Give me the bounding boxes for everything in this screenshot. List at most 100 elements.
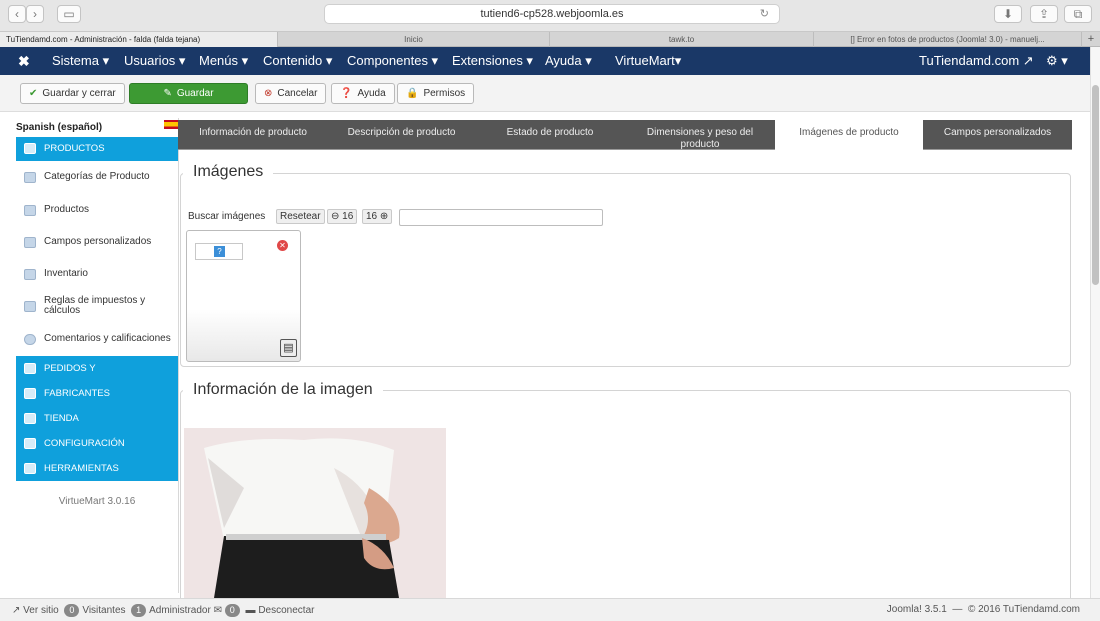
- minus-circle-icon: ⊖: [331, 211, 340, 222]
- new-tab-button[interactable]: +: [1082, 32, 1100, 47]
- sidebar-section-herramientas[interactable]: HERRAMIENTAS: [16, 456, 178, 481]
- sidebar-item-label: Reglas de impuestos y cálculos: [44, 295, 146, 316]
- cancel-label: Cancelar: [277, 88, 318, 99]
- save-close-label: Guardar y cerrar: [42, 88, 116, 99]
- help-label: Ayuda: [357, 88, 386, 99]
- site-link[interactable]: TuTiendamd.com ↗: [919, 47, 1034, 75]
- browser-tab[interactable]: TuTiendamd.com - Administración - falda …: [0, 32, 278, 47]
- permissions-label: Permisos: [423, 88, 466, 99]
- save-button[interactable]: ✎ Guardar: [129, 83, 248, 104]
- search-images-label: Buscar imágenes: [188, 211, 266, 222]
- image-search-input[interactable]: [399, 209, 603, 226]
- browser-tabs: TuTiendamd.com - Administración - falda …: [0, 32, 1100, 47]
- browser-tab[interactable]: Inicio: [278, 32, 550, 47]
- tab-imagenes[interactable]: Imágenes de producto: [775, 120, 923, 151]
- section-label: TIENDA: [44, 413, 79, 424]
- prev-page-button[interactable]: ⊖ 16: [327, 209, 358, 224]
- scrollbar-thumb[interactable]: [1092, 85, 1099, 285]
- status-footer: ↗ Ver sitio 0 Visitantes 1 Administrador ✉…: [0, 598, 1100, 621]
- menu-contenido[interactable]: Contenido ▾: [263, 47, 332, 75]
- browser-tab[interactable]: [] Error en fotos de productos (Joomla! …: [814, 32, 1082, 47]
- permissions-button[interactable]: 🔒 Permisos: [397, 83, 475, 104]
- prev-count: 16: [342, 211, 354, 222]
- tab-dimensiones[interactable]: Dimensiones y peso del producto: [625, 120, 775, 150]
- tab-informacion[interactable]: Información de producto: [178, 120, 328, 150]
- sidebar-item-impuestos[interactable]: Reglas de impuestos y cálculos: [16, 296, 166, 316]
- sidebar-item-categorias[interactable]: Categorías de Producto: [16, 171, 178, 183]
- menu-sistema[interactable]: Sistema ▾: [52, 47, 109, 75]
- sidebar-section-fabricantes[interactable]: FABRICANTES: [16, 381, 178, 406]
- admin-menu-bar: ✖ Sistema ▾ Usuarios ▾ Menús ▾ Contenido…: [0, 47, 1090, 75]
- tabs-overview-icon[interactable]: ⧉: [1064, 5, 1092, 23]
- remove-image-icon[interactable]: ✕: [277, 240, 288, 251]
- sidebar-item-productos[interactable]: Productos: [16, 204, 178, 216]
- forward-icon[interactable]: ›: [26, 5, 44, 23]
- question-icon: ❓: [340, 88, 353, 99]
- admin-count-badge: 1: [131, 604, 147, 617]
- config-icon: [24, 438, 36, 449]
- help-button[interactable]: ❓ Ayuda: [331, 83, 395, 104]
- joomla-logo-icon[interactable]: ✖: [18, 47, 30, 75]
- menu-extensiones[interactable]: Extensiones ▾: [452, 47, 533, 75]
- logout-link[interactable]: Desconectar: [258, 605, 314, 616]
- sidebar-toggle-icon[interactable]: ▭: [57, 5, 81, 23]
- menu-menus[interactable]: Menús ▾: [199, 47, 248, 75]
- menu-virtuemart[interactable]: VirtueMart▾: [615, 47, 681, 75]
- image-info-legend: Información de la imagen: [183, 381, 383, 399]
- missing-image-icon: ?: [214, 246, 225, 257]
- section-label: PRODUCTOS: [44, 143, 105, 154]
- sidebar-section-tienda[interactable]: TIENDA: [16, 406, 178, 431]
- comments-icon: [24, 334, 36, 345]
- cancel-button[interactable]: ⊗ Cancelar: [255, 83, 327, 104]
- view-site-link[interactable]: Ver sitio: [23, 605, 59, 616]
- sidebar-section-products[interactable]: PRODUCTOS: [16, 137, 178, 161]
- footer-status: ↗ Ver sitio 0 Visitantes 1 Administrador ✉…: [12, 604, 314, 617]
- product-icon: [24, 205, 36, 216]
- shop-icon: [24, 413, 36, 424]
- product-photo: [184, 428, 446, 598]
- virtuemart-version: VirtueMart 3.0.16: [58, 496, 136, 507]
- copyright: Joomla! 3.5.1 — © 2016 TuTiendamd.com: [886, 604, 1080, 615]
- tab-descripcion[interactable]: Descripción de producto: [328, 120, 475, 150]
- sidebar-section-configuracion[interactable]: CONFIGURACIÓN: [16, 431, 178, 456]
- share-icon[interactable]: ⇪: [1030, 5, 1058, 23]
- sidebar-item-inventario[interactable]: Inventario: [16, 268, 178, 280]
- settings-gear-icon[interactable]: ⚙ ▾: [1046, 47, 1068, 75]
- sidebar-item-comentarios[interactable]: Comentarios y calificaciones: [16, 333, 178, 345]
- edit-image-icon[interactable]: ▤: [280, 339, 297, 357]
- back-icon[interactable]: ‹: [8, 5, 26, 23]
- reset-button[interactable]: Resetear: [276, 209, 325, 224]
- plus-circle-icon: ⊕: [379, 211, 389, 222]
- skirt-model-image: [184, 428, 446, 598]
- downloads-icon[interactable]: ⬇: [994, 5, 1022, 23]
- address-bar[interactable]: tutiend6-cp528.webjoomla.es ↻: [324, 4, 780, 24]
- sidebar-divider: [178, 118, 179, 593]
- menu-componentes[interactable]: Componentes ▾: [347, 47, 438, 75]
- section-label: CONFIGURACIÓN: [44, 438, 125, 449]
- image-thumbnail-card[interactable]: ? ✕ ▤: [186, 230, 301, 362]
- url-text: tutiend6-cp528.webjoomla.es: [480, 8, 624, 20]
- save-close-button[interactable]: ✔ Guardar y cerrar: [20, 83, 125, 104]
- tab-campos[interactable]: Campos personalizados: [923, 120, 1072, 150]
- sidebar-item-label: Inventario: [44, 268, 88, 279]
- reset-label: Resetear: [276, 209, 325, 224]
- cancel-icon: ⊗: [264, 88, 273, 99]
- section-label: HERRAMIENTAS: [44, 463, 119, 474]
- visitors-label: Visitantes: [82, 605, 126, 616]
- tab-estado[interactable]: Estado de producto: [475, 120, 625, 150]
- logout-icon: ▬: [245, 605, 256, 616]
- next-count: 16: [366, 211, 378, 222]
- browser-tab[interactable]: tawk.to: [550, 32, 814, 47]
- menu-usuarios[interactable]: Usuarios ▾: [124, 47, 185, 75]
- save-label: Guardar: [176, 88, 214, 99]
- menu-ayuda[interactable]: Ayuda ▾: [545, 47, 592, 75]
- spain-flag-icon: [164, 120, 178, 129]
- check-icon: ✔: [29, 88, 38, 99]
- section-label: FABRICANTES: [44, 388, 110, 399]
- sidebar-section-pedidos[interactable]: PEDIDOS Y: [16, 356, 178, 381]
- sidebar-item-campos[interactable]: Campos personalizados: [16, 236, 178, 248]
- mail-icon: ✉: [213, 605, 222, 616]
- language-label: Spanish (español): [16, 122, 103, 133]
- next-page-button[interactable]: 16 ⊕: [362, 209, 393, 224]
- reload-icon[interactable]: ↻: [760, 5, 769, 24]
